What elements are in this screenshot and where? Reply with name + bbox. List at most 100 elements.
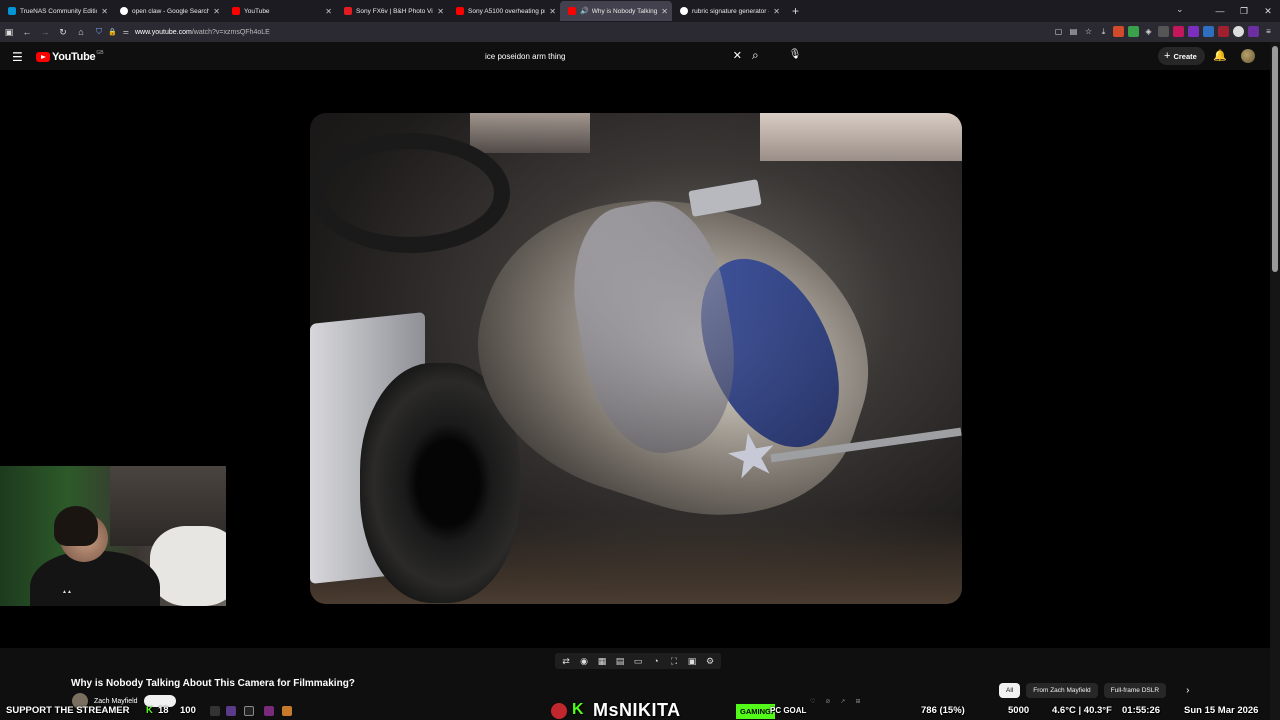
home-icon[interactable]: ⌂ <box>72 27 90 37</box>
clock-date: Sun 15 Mar 2026 <box>1184 705 1259 716</box>
browser-tab-current-video[interactable]: 🔊 Why is Nobody Talking Ab ✕ <box>560 1 672 21</box>
restore-icon[interactable]: ❐ <box>1232 6 1256 17</box>
back-icon[interactable]: ← <box>18 27 36 37</box>
film-icon[interactable]: ▤ <box>613 654 627 668</box>
download-icon[interactable]: ⤓ <box>1098 26 1109 37</box>
extension-e-icon[interactable] <box>1173 26 1184 37</box>
extension-b-icon[interactable] <box>1128 26 1139 37</box>
chip-from-channel[interactable]: From Zach Mayfield <box>1026 683 1098 698</box>
sidebar-toggle-icon[interactable]: ▣ <box>0 27 18 38</box>
bh-favicon-icon <box>344 7 352 15</box>
extension-c-icon[interactable]: ◈ <box>1143 26 1154 37</box>
screenshot-icon[interactable]: ▣ <box>685 654 699 668</box>
stats-icon[interactable]: ▦ <box>595 654 609 668</box>
browser-tab-bar: TrueNAS Community Edition | P ✕ open cla… <box>0 0 1280 22</box>
create-button[interactable]: + Create <box>1158 47 1205 65</box>
extension-h-icon[interactable] <box>1218 26 1229 37</box>
count-a: 18 <box>158 705 169 716</box>
extension-d-icon[interactable] <box>1158 26 1169 37</box>
taskbar-app-icon <box>244 706 254 716</box>
browser-tab-truenas[interactable]: TrueNAS Community Edition | P ✕ <box>0 1 112 21</box>
youtube-play-icon <box>36 52 50 62</box>
goal-text: PC GOAL <box>770 706 807 715</box>
menu-icon[interactable]: ≡ <box>1263 26 1274 37</box>
reload-icon[interactable]: ↻ <box>54 27 72 38</box>
search-input[interactable] <box>485 51 715 61</box>
tab-title: Sony A5100 overheating proble <box>468 7 545 15</box>
loop-icon[interactable]: ⇄ <box>559 654 573 668</box>
frame-sky <box>760 113 962 161</box>
clock-time: 01:55:26 <box>1122 705 1161 716</box>
speaker-icon[interactable]: 🔊 <box>580 7 589 15</box>
close-tab-icon[interactable]: ✕ <box>661 7 668 16</box>
extension-f-icon[interactable] <box>1188 26 1199 37</box>
extension-i-icon[interactable] <box>1248 26 1259 37</box>
taskbar-app-icon <box>264 706 274 716</box>
close-tab-icon[interactable]: ✕ <box>213 7 220 16</box>
page-scrollbar[interactable] <box>1270 42 1280 720</box>
player-extension-controls: ⇄ ◉ ▦ ▤ ▭ ◔ ⛶ ▣ ⚙ <box>555 653 721 669</box>
frame-steering-wheel <box>310 133 510 253</box>
new-tab-icon[interactable]: + <box>792 4 799 18</box>
lock-icon[interactable]: 🔒 <box>108 28 117 36</box>
browser-tab-youtube[interactable]: YouTube ✕ <box>224 1 336 21</box>
search-box: ✕ <box>478 46 748 66</box>
tab-title: rubric signature generator - Go <box>692 7 769 15</box>
close-tab-icon[interactable]: ✕ <box>325 7 332 16</box>
taskbar-app-icon <box>210 706 220 716</box>
video-frame[interactable]: ★ <box>310 113 962 604</box>
bookmark-star-icon[interactable]: ☆ <box>1083 26 1094 37</box>
forward-icon[interactable]: → <box>36 27 54 37</box>
gear-icon[interactable]: ⚙ <box>703 654 717 668</box>
goal-progress: 786 (15%) <box>921 705 965 716</box>
browser-tab-sony-a5100[interactable]: Sony A5100 overheating proble ✕ <box>448 1 560 21</box>
audio-icon[interactable]: ◉ <box>577 654 591 668</box>
tab-title: TrueNAS Community Edition | P <box>20 7 97 15</box>
browser-tab-google[interactable]: open claw - Google Search ✕ <box>112 1 224 21</box>
logo-text: YouTube <box>52 51 96 63</box>
clear-search-icon[interactable]: ✕ <box>733 49 742 62</box>
chevron-right-icon[interactable]: › <box>1186 685 1189 696</box>
streamer-name: MsNIKITA <box>593 700 681 720</box>
microphone-icon[interactable]: 🎙 <box>785 45 805 65</box>
kick-logo-icon: K <box>572 701 584 718</box>
google-favicon-icon <box>120 7 128 15</box>
tab-title: Sony FX6v | B&H Photo Video <box>356 7 433 15</box>
guide-menu-icon[interactable]: ☰ <box>12 50 23 64</box>
permissions-icon[interactable]: ⚌ <box>123 28 129 36</box>
browser-tab-rubric[interactable]: rubric signature generator - Go ✕ <box>672 1 784 21</box>
list-all-tabs-icon[interactable]: ⌄ <box>1176 4 1184 15</box>
close-tab-icon[interactable]: ✕ <box>101 7 108 16</box>
picture-in-picture-icon[interactable]: ▭ <box>631 654 645 668</box>
profile-icon[interactable] <box>1233 26 1244 37</box>
close-tab-icon[interactable]: ✕ <box>549 7 556 16</box>
extension-a-icon[interactable] <box>1113 26 1124 37</box>
extensions-toolbar: ▢ ▤ ☆ ⤓ ◈ ≡ <box>1053 26 1274 37</box>
notifications-bell-icon[interactable]: 🔔 <box>1213 49 1227 62</box>
browser-tab-bh[interactable]: Sony FX6v | B&H Photo Video ✕ <box>336 1 448 21</box>
speed-icon[interactable]: ◔ <box>649 654 663 668</box>
scrollbar-thumb[interactable] <box>1272 46 1278 272</box>
plus-icon: + <box>1164 50 1171 62</box>
chip-full-frame-dslr[interactable]: Full-frame DSLR <box>1103 683 1167 698</box>
extension-g-icon[interactable] <box>1203 26 1214 37</box>
minimize-icon[interactable]: — <box>1208 6 1232 16</box>
close-window-icon[interactable]: ✕ <box>1256 6 1280 17</box>
chip-all[interactable]: All <box>999 683 1021 698</box>
close-tab-icon[interactable]: ✕ <box>437 7 444 16</box>
account-avatar[interactable] <box>1241 49 1255 63</box>
picture-icon[interactable]: ▢ <box>1053 26 1064 37</box>
fullscreen-icon[interactable]: ⛶ <box>667 654 681 668</box>
shield-icon[interactable]: ⛉ <box>96 27 102 37</box>
webcam-overlay: ▲▲ <box>0 466 226 606</box>
tab-title: open claw - Google Search <box>132 7 210 15</box>
youtube-masthead: ☰ YouTube GB ✕ ⌕ 🎙 + Create 🔔 <box>0 42 1270 70</box>
youtube-logo[interactable]: YouTube GB <box>36 50 104 63</box>
url-host: www.youtube.com <box>135 28 192 36</box>
url-bar[interactable]: ⛉ 🔒 ⚌ www.youtube.com /watch?v=xzmsQFh4o… <box>96 24 1008 40</box>
temperature: 4.6°C | 40.3°F <box>1052 705 1112 716</box>
webcam-pillow <box>150 526 226 606</box>
reader-view-icon[interactable]: ▤ <box>1068 26 1079 37</box>
search-icon[interactable]: ⌕ <box>752 48 759 63</box>
close-tab-icon[interactable]: ✕ <box>773 7 780 16</box>
